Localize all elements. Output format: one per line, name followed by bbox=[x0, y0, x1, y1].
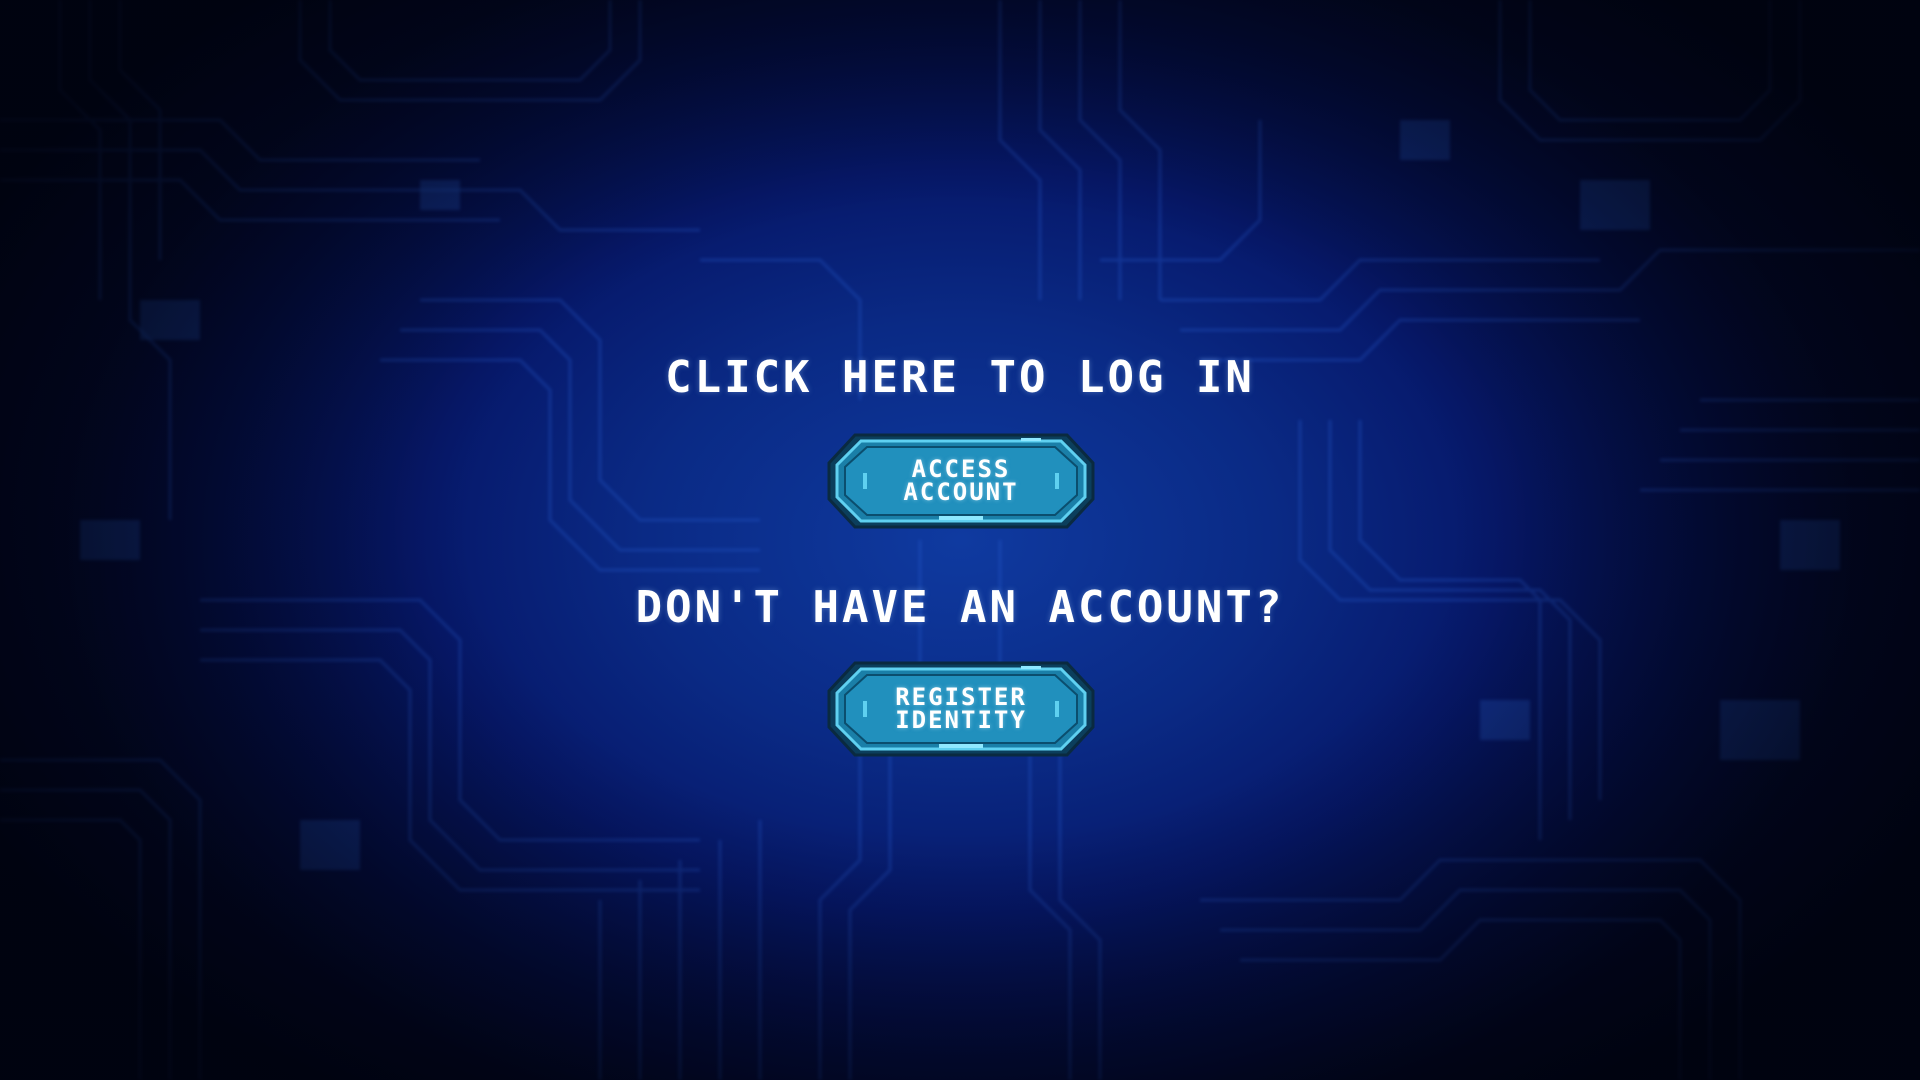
access-account-label: ACCESS ACCOUNT bbox=[827, 433, 1095, 529]
login-screen: CLICK HERE TO LOG IN ACCESS ACCOUNT DON'… bbox=[0, 0, 1920, 1080]
register-identity-line2: IDENTITY bbox=[895, 706, 1027, 734]
register-identity-button[interactable]: REGISTER IDENTITY bbox=[827, 661, 1095, 757]
register-identity-label: REGISTER IDENTITY bbox=[827, 661, 1095, 757]
access-account-button[interactable]: ACCESS ACCOUNT bbox=[827, 433, 1095, 529]
access-account-line2: ACCOUNT bbox=[903, 478, 1019, 506]
login-panel: CLICK HERE TO LOG IN ACCESS ACCOUNT DON'… bbox=[0, 0, 1920, 1080]
register-heading: DON'T HAVE AN ACCOUNT? bbox=[635, 582, 1285, 633]
login-heading: CLICK HERE TO LOG IN bbox=[665, 352, 1255, 403]
